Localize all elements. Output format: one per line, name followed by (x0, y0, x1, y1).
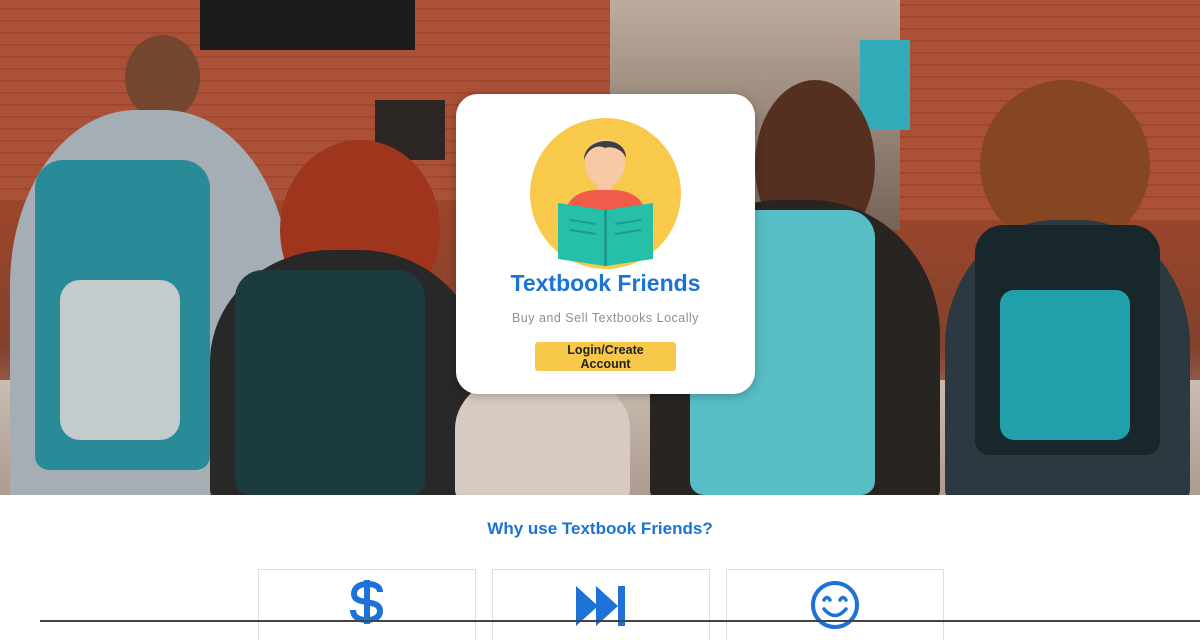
why-heading: Why use Textbook Friends? (487, 519, 713, 538)
dollar-icon (350, 580, 384, 624)
login-create-account-button[interactable]: Login/Create Account (535, 342, 676, 371)
hero-card: Textbook Friends Buy and Sell Textbooks … (456, 94, 755, 394)
app-title: Textbook Friends (510, 270, 701, 296)
feature-card-price (258, 569, 476, 640)
reader-with-book-icon (530, 118, 681, 269)
app-tagline: Buy and Sell Textbooks Locally (511, 311, 700, 325)
feature-card-happy (726, 569, 944, 640)
smiley-icon (811, 581, 859, 629)
feature-card-speed (492, 569, 710, 640)
